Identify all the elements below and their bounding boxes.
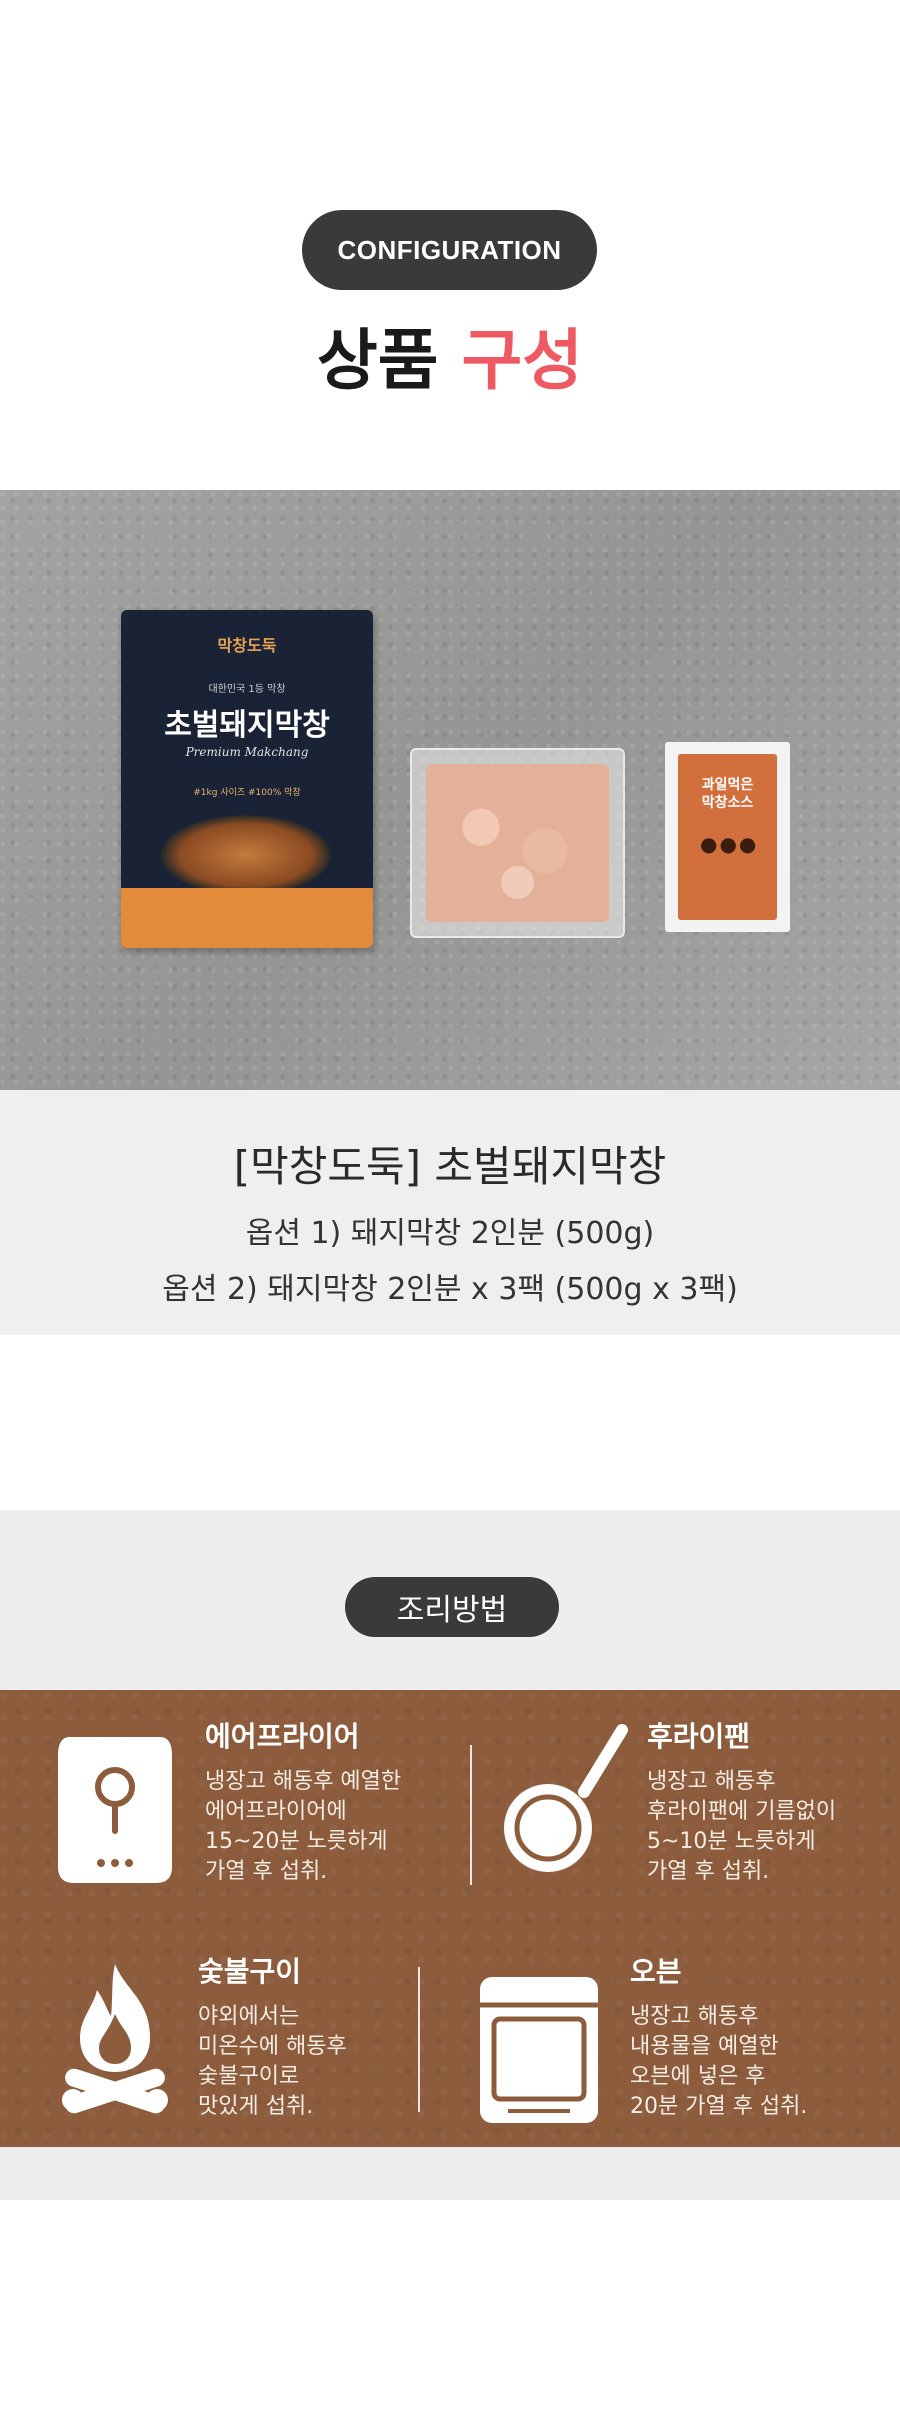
sauce-label: 과일먹은 막창소스 xyxy=(678,776,777,812)
method-title: 오븐 xyxy=(630,1955,682,1988)
frying-pan-icon xyxy=(504,1724,628,1872)
pouch-orange-band xyxy=(121,888,373,948)
cooking-board: 에어프라이어 냉장고 해동후 예열한 에어프라이어에 15~20분 노릇하게 가… xyxy=(0,1690,900,2147)
sauce-label-line1: 과일먹은 xyxy=(701,777,754,793)
sauce-packet: 과일먹은 막창소스 ●●● xyxy=(665,742,790,932)
oven-icon xyxy=(480,1977,598,2123)
method-line: 야외에서는 xyxy=(198,2004,300,2029)
method-line: 숯불구이로 xyxy=(198,2064,300,2089)
configuration-badge: CONFIGURATION xyxy=(302,210,597,290)
title-accent: 구성 xyxy=(461,322,583,399)
option-1: 옵션 1) 돼지막창 2인분 (500g) xyxy=(245,1216,655,1251)
pouch-brand: 막창도둑 xyxy=(217,636,277,655)
pouch-script: Premium Makchang xyxy=(185,745,309,759)
method-line: 에어프라이어에 xyxy=(205,1799,347,1824)
method-line: 미온수에 해동후 xyxy=(198,2034,347,2059)
pouch-product-name: 초벌돼지막창 xyxy=(164,708,330,743)
method-oven: 오븐 냉장고 해동후 내용물을 예열한 오븐에 넣은 후 20분 가열 후 섭취… xyxy=(630,1950,807,2122)
product-detail-page: CONFIGURATION 상품 구성 막창도둑 대한민국 1등 막창 초벌돼지… xyxy=(0,0,900,2409)
method-line: 20분 가열 후 섭취. xyxy=(630,2094,808,2119)
sauce-label-line2: 막창소스 xyxy=(701,795,754,812)
method-line: 후라이팬에 기름없이 xyxy=(647,1799,837,1824)
method-title: 후라이팬 xyxy=(647,1720,751,1753)
cooking-method-badge: 조리방법 xyxy=(345,1577,559,1637)
method-line: 냉장고 해동후 xyxy=(630,2004,759,2029)
configuration-section: CONFIGURATION 상품 구성 xyxy=(0,0,900,490)
method-title: 숯불구이 xyxy=(198,1955,302,1988)
method-line: 5~10분 노릇하게 xyxy=(647,1829,816,1854)
title-main: 상품 xyxy=(317,322,439,399)
method-line: 오븐에 넣은 후 xyxy=(630,2064,766,2089)
pouch-food-image xyxy=(161,815,331,895)
method-frying-pan: 후라이팬 냉장고 해동후 후라이팬에 기름없이 5~10분 노릇하게 가열 후 … xyxy=(647,1715,836,1887)
makchang-meat xyxy=(426,764,609,922)
method-line: 냉장고 해동후 예열한 xyxy=(205,1769,402,1794)
method-line: 가열 후 섭취. xyxy=(205,1859,328,1884)
section-title: 상품 구성 xyxy=(0,328,900,394)
divider-top xyxy=(470,1745,472,1885)
fruit-icon: ●●● xyxy=(700,832,759,856)
pouch-tagline: 대한민국 1등 막창 xyxy=(208,684,286,695)
product-info: [막창도둑] 초벌돼지막창 옵션 1) 돼지막창 2인분 (500g) 옵션 2… xyxy=(0,1090,900,1335)
campfire-icon xyxy=(62,1964,168,2114)
makchang-tray xyxy=(410,748,625,938)
method-line: 냉장고 해동후 xyxy=(647,1769,776,1794)
pouch-note: #1kg 사이즈 #100% 막창 xyxy=(193,788,301,798)
product-name: [막창도둑] 초벌돼지막창 xyxy=(233,1142,667,1191)
method-line: 15~20분 노릇하게 xyxy=(205,1829,388,1854)
method-line: 맛있게 섭취. xyxy=(198,2094,314,2119)
product-pouch: 막창도둑 대한민국 1등 막창 초벌돼지막창 Premium Makchang … xyxy=(121,610,373,948)
method-title: 에어프라이어 xyxy=(205,1720,360,1753)
option-2: 옵션 2) 돼지막창 2인분 x 3팩 (500g x 3팩) xyxy=(162,1272,738,1307)
method-line: 내용물을 예열한 xyxy=(630,2034,779,2059)
sauce-packet-body: 과일먹은 막창소스 ●●● xyxy=(678,754,777,920)
product-photo: 막창도둑 대한민국 1등 막창 초벌돼지막창 Premium Makchang … xyxy=(0,490,900,1090)
method-air-fryer: 에어프라이어 냉장고 해동후 예열한 에어프라이어에 15~20분 노릇하게 가… xyxy=(205,1715,401,1887)
method-charcoal: 숯불구이 야외에서는 미온수에 해동후 숯불구이로 맛있게 섭취. xyxy=(198,1950,347,2122)
divider-bottom xyxy=(418,1967,420,2112)
method-line: 가열 후 섭취. xyxy=(647,1859,770,1884)
air-fryer-icon xyxy=(58,1737,172,1883)
